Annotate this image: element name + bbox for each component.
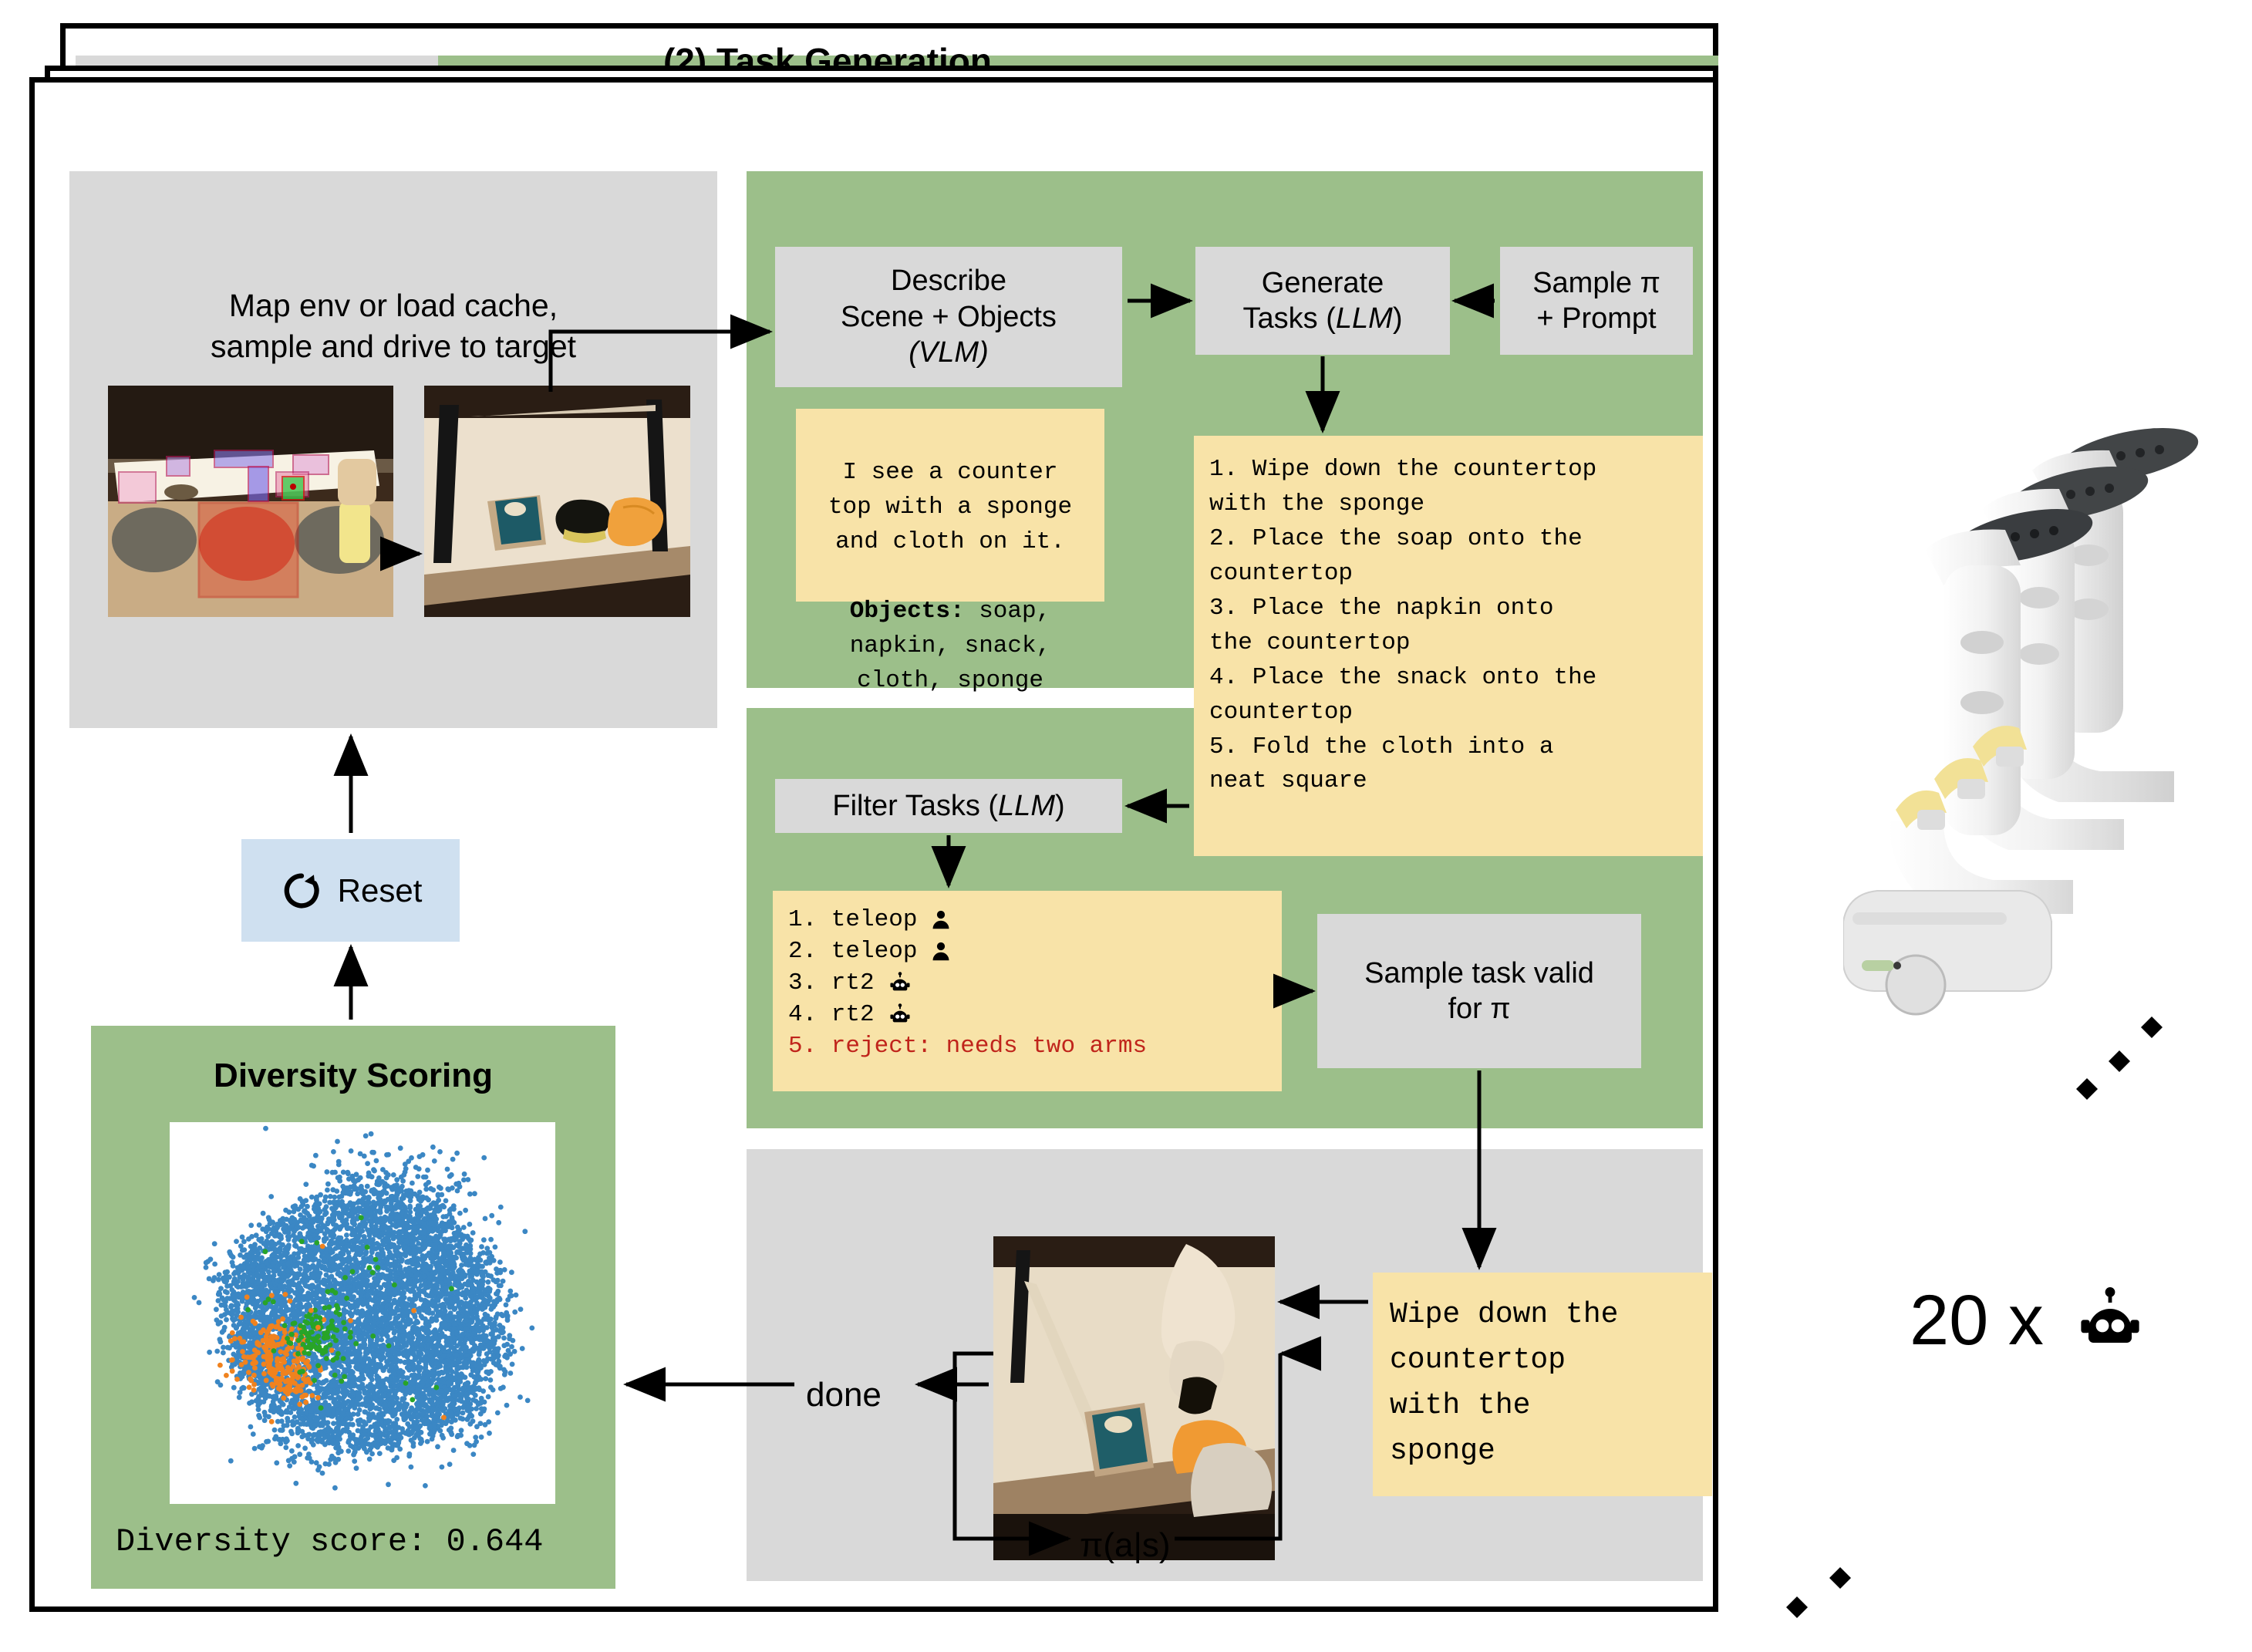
person-icon	[932, 911, 949, 929]
instruction-line: countertop	[1390, 1343, 1566, 1377]
sample-valid-task-box[interactable]: Sample task valid for π	[1317, 914, 1641, 1068]
robot-count-label: 20 x	[1910, 1280, 2156, 1361]
vlm-line-1: I see a counter	[842, 458, 1058, 486]
generated-task-line: 2. Place the soap onto the	[1209, 524, 1583, 552]
exploration-description: Map env or load cache, sample and drive …	[210, 288, 577, 365]
describe-scene-model: (VLM)	[909, 336, 989, 369]
countertop-closeup-photo	[424, 386, 690, 617]
describe-scene-line1: Describe	[891, 265, 1006, 298]
affordance-row: 3. rt2	[788, 968, 1266, 1000]
instruction-line: with the	[1390, 1388, 1531, 1422]
vlm-objects-line2: napkin, snack,	[849, 632, 1051, 659]
affordance-label: 1. teleop	[788, 906, 918, 933]
generated-task-line: countertop	[1209, 698, 1354, 726]
generated-task-line: the countertop	[1209, 629, 1411, 656]
room-scan-with-detections-photo	[108, 386, 393, 617]
diversity-scoring-title: Diversity Scoring	[214, 1057, 493, 1094]
generated-task-line: 5. Fold the cloth into a	[1209, 733, 1554, 760]
sample-policy-box[interactable]: Sample π + Prompt	[1500, 247, 1693, 355]
bottom-diamond-2	[1829, 1567, 1851, 1589]
robot-icon	[890, 1003, 910, 1023]
reset-button[interactable]: Reset	[241, 839, 460, 942]
affordance-label: 2. teleop	[788, 937, 918, 965]
generated-task-line: countertop	[1209, 559, 1354, 587]
sample-valid-line2: for π	[1448, 993, 1511, 1025]
ellipsis-diamond-3	[2141, 1016, 2163, 1038]
ellipsis-diamond-2	[2109, 1050, 2130, 1072]
describe-scene-line2: Scene + Objects	[841, 300, 1057, 333]
sample-valid-line1: Sample task valid	[1364, 956, 1594, 990]
affordance-label: 4. rt2	[788, 1000, 875, 1028]
robot-arm-wiping-countertop-photo	[993, 1236, 1275, 1560]
generated-tasks-note: 1. Wipe down the countertop with the spon…	[1194, 436, 1703, 856]
sample-policy-line1: Sample π	[1532, 266, 1660, 299]
vlm-objects-label: Objects:	[849, 597, 965, 625]
person-icon	[932, 942, 949, 961]
bottom-diamond-1	[1786, 1596, 1808, 1618]
robot-fleet-illustration	[1842, 378, 2252, 1172]
generated-task-line: 3. Place the napkin onto	[1209, 594, 1554, 622]
filter-tasks-label: Filter Tasks (LLM)	[832, 789, 1065, 822]
ellipsis-diamond-1	[2076, 1078, 2098, 1100]
affordance-row: 2. teleop	[788, 936, 1266, 968]
sample-policy-line2: + Prompt	[1536, 302, 1657, 335]
policy-label: π(a|s)	[1080, 1526, 1171, 1564]
vlm-line-3: and cloth on it.	[835, 528, 1065, 555]
generated-task-line: 4. Place the snack onto the	[1209, 663, 1597, 691]
affordance-row: 4. rt2	[788, 1000, 1266, 1031]
diversity-score-label: Diversity score: 0.644	[116, 1523, 544, 1560]
generate-tasks-line2: Tasks (LLM)	[1242, 302, 1403, 335]
robot-count-text: 20 x	[1910, 1281, 2044, 1360]
robot-icon	[890, 972, 910, 991]
affordance-row: 1. teleop	[788, 905, 1266, 936]
vlm-objects-line3: cloth, sponge	[857, 666, 1043, 694]
affordance-list-note: 1. teleop 2. teleop 3. rt2 4. rt2 5. reject:…	[773, 891, 1282, 1091]
affordance-label: 5. reject: needs two arms	[788, 1032, 1148, 1060]
filter-tasks-box[interactable]: Filter Tasks (LLM)	[775, 779, 1122, 833]
refresh-icon	[284, 873, 319, 908]
done-label: done	[806, 1376, 882, 1414]
tsne-scatter-plot	[170, 1122, 555, 1504]
task-instruction-note: Wipe down the countertop with the sponge	[1373, 1273, 1712, 1496]
robot-head-icon	[2081, 1286, 2139, 1343]
instruction-line: sponge	[1390, 1434, 1495, 1468]
generate-tasks-box[interactable]: Generate Tasks (LLM)	[1195, 247, 1450, 355]
affordance-label: 3. rt2	[788, 969, 875, 996]
reset-label: Reset	[337, 872, 423, 909]
vlm-output-note: I see a counter top with a sponge and cl…	[796, 409, 1104, 694]
generated-task-line: 1. Wipe down the countertop	[1209, 456, 1597, 483]
describe-scene-box[interactable]: Describe Scene + Objects (VLM)	[775, 247, 1122, 387]
instruction-line: Wipe down the	[1390, 1298, 1619, 1331]
generate-tasks-line1: Generate	[1261, 266, 1384, 299]
vlm-objects-value: soap,	[964, 597, 1051, 625]
generated-task-line: neat square	[1209, 767, 1367, 795]
generated-task-line: with the sponge	[1209, 490, 1425, 518]
affordance-row: 5. reject: needs two arms	[788, 1031, 1266, 1063]
vlm-line-2: top with a sponge	[828, 493, 1073, 521]
